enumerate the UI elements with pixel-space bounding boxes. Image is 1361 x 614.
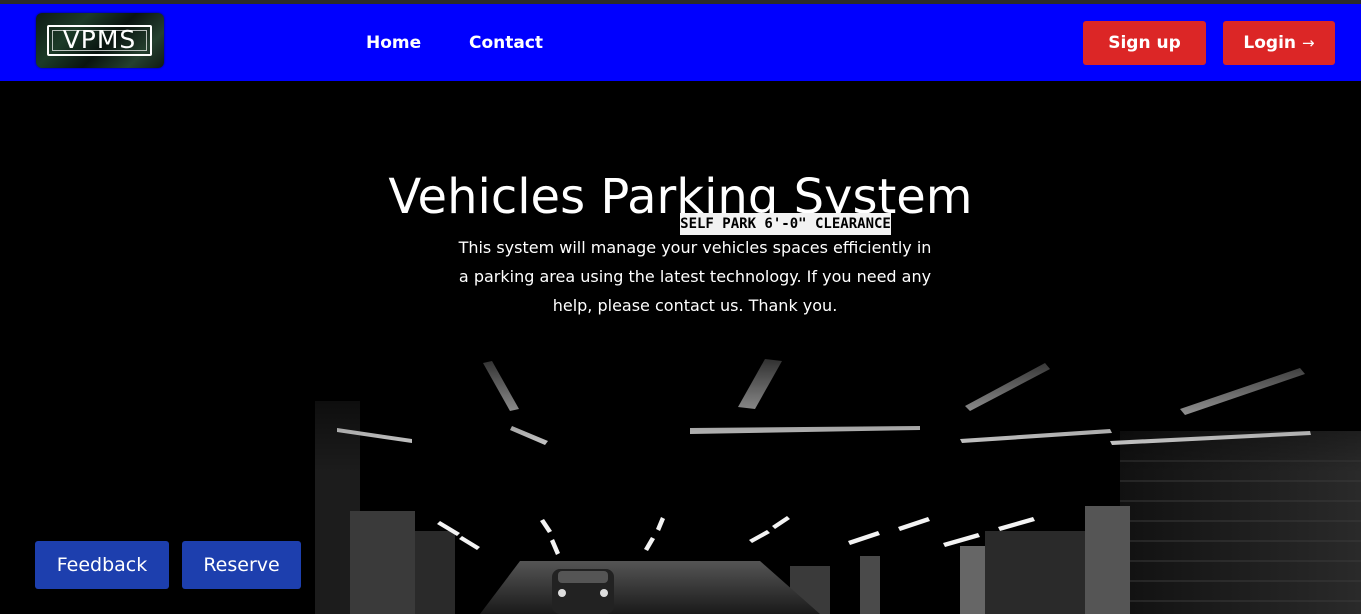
hero-section: Vehicles Parking System This system will… <box>0 81 1361 614</box>
clearance-sign: SELF PARK 6'-0" CLEARANCE <box>680 213 891 235</box>
arrow-right-icon: → <box>1302 34 1315 52</box>
signup-button[interactable]: Sign up <box>1083 21 1206 65</box>
hero-description: This system will manage your vehicles sp… <box>458 238 932 315</box>
feedback-button[interactable]: Feedback <box>35 541 169 589</box>
logo-text: VPMS <box>47 25 152 56</box>
login-button[interactable]: Login → <box>1223 21 1335 65</box>
reserve-label: Reserve <box>203 554 280 576</box>
login-label: Login <box>1243 33 1297 53</box>
nav-contact-link[interactable]: Contact <box>469 33 543 53</box>
signup-label: Sign up <box>1108 33 1181 53</box>
nav-home-link[interactable]: Home <box>366 33 421 53</box>
vpms-logo[interactable]: VPMS <box>36 13 164 68</box>
navbar: VPMS Home Contact Sign up Login → <box>0 4 1361 81</box>
reserve-button[interactable]: Reserve <box>182 541 301 589</box>
feedback-label: Feedback <box>56 554 148 576</box>
